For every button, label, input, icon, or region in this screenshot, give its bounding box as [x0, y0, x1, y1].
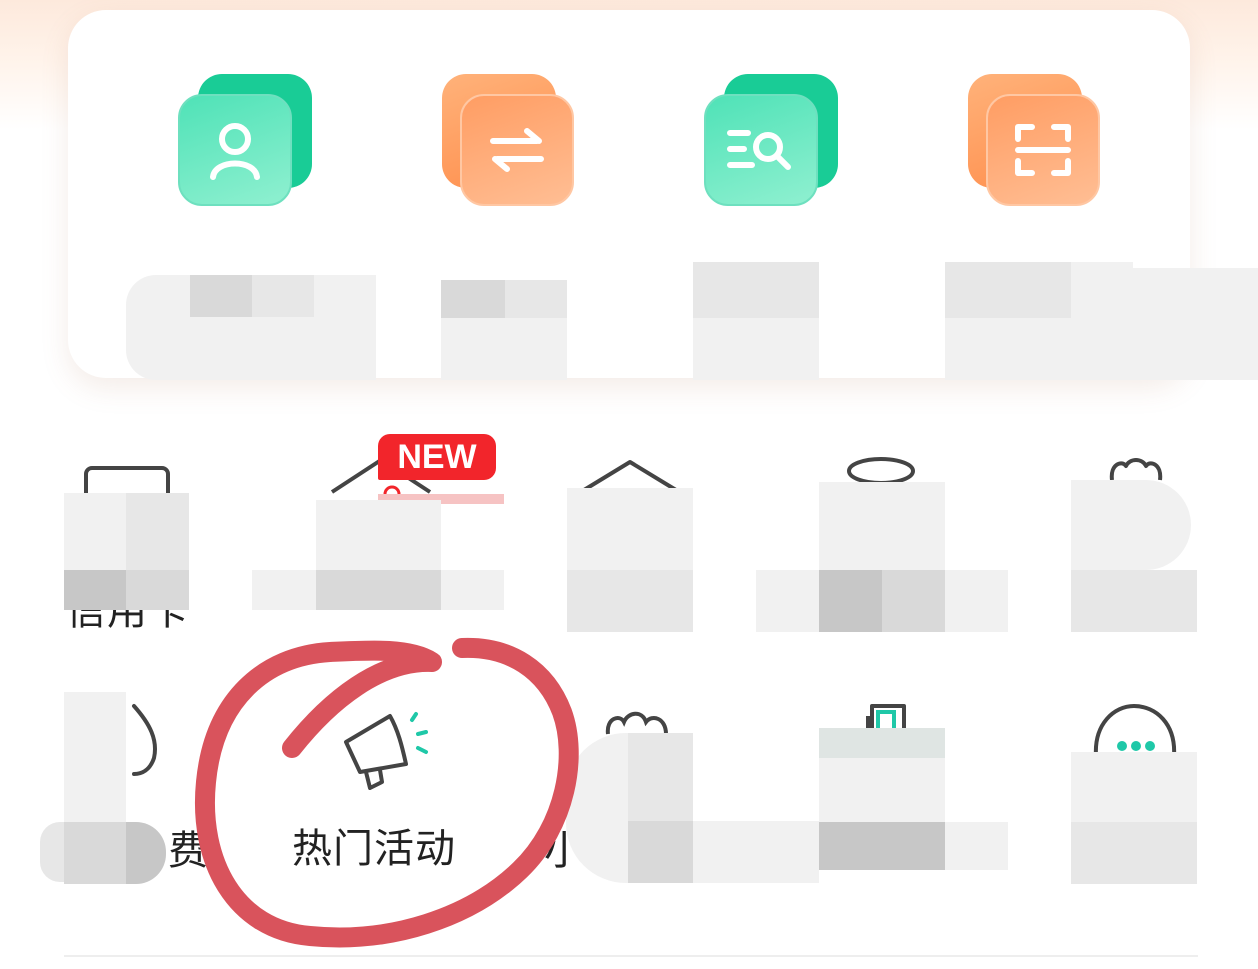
- redacted-block: [628, 733, 693, 821]
- redacted-block: [505, 280, 567, 318]
- redacted-block: [126, 493, 189, 570]
- redacted-block: [40, 822, 64, 882]
- redacted-block: [1071, 822, 1197, 884]
- redacted-block: [819, 570, 882, 632]
- redacted-block: [945, 570, 1008, 632]
- redacted-block: [1071, 262, 1133, 318]
- redacted-block: [252, 275, 314, 317]
- redacted-block: [441, 318, 567, 380]
- grid-label-hot-activity: 热门活动: [292, 826, 456, 872]
- redacted-block: [819, 728, 945, 758]
- redacted-block: [441, 570, 504, 610]
- redacted-block: [693, 262, 757, 318]
- quick-action-scan[interactable]: [950, 70, 1100, 230]
- redacted-block: [190, 275, 252, 317]
- redacted-block: [819, 822, 945, 870]
- quick-action-account[interactable]: [160, 70, 312, 230]
- megaphone-icon: [344, 712, 428, 790]
- grid-item-hot-activity[interactable]: 热门活动: [292, 690, 455, 880]
- redacted-block: [1071, 752, 1197, 822]
- chat-more-icon: [1093, 703, 1177, 757]
- redacted-block: [314, 275, 376, 317]
- person-icon: [178, 94, 292, 206]
- redacted-block: [126, 275, 190, 380]
- redacted-block: [252, 570, 316, 610]
- redacted-block: [1133, 268, 1258, 380]
- quick-action-transfer[interactable]: [424, 70, 574, 230]
- redacted-block: [882, 570, 945, 632]
- transfer-icon: [460, 94, 574, 206]
- redacted-block: [316, 570, 441, 610]
- redacted-block: [64, 570, 126, 610]
- redacted-block: [693, 821, 819, 883]
- redacted-block: [756, 570, 819, 632]
- redacted-block: [628, 821, 693, 883]
- new-badge: NEW: [378, 434, 496, 480]
- grid-label-fee: 费: [168, 828, 209, 874]
- redacted-block: [567, 488, 693, 570]
- redacted-block: [441, 280, 505, 318]
- redacted-block: [1071, 570, 1197, 632]
- quick-action-query[interactable]: [686, 70, 838, 230]
- redacted-block: [693, 318, 819, 380]
- redacted-block: [945, 262, 1071, 318]
- redacted-block: [819, 482, 945, 570]
- redacted-block: [316, 500, 441, 570]
- redacted-block: [190, 317, 376, 380]
- redacted-block: [126, 570, 189, 610]
- divider: [64, 955, 1198, 957]
- redacted-block: [819, 758, 945, 822]
- redacted-block: [945, 822, 1008, 870]
- redacted-block: [1071, 480, 1191, 570]
- scan-icon: [986, 94, 1100, 206]
- redacted-block: [64, 822, 126, 884]
- redacted-block: [757, 262, 819, 318]
- redacted-block: [64, 692, 126, 822]
- redacted-block: [945, 318, 1133, 380]
- search-list-icon: [704, 94, 818, 206]
- redacted-block: [567, 570, 693, 632]
- redacted-block: [64, 493, 126, 570]
